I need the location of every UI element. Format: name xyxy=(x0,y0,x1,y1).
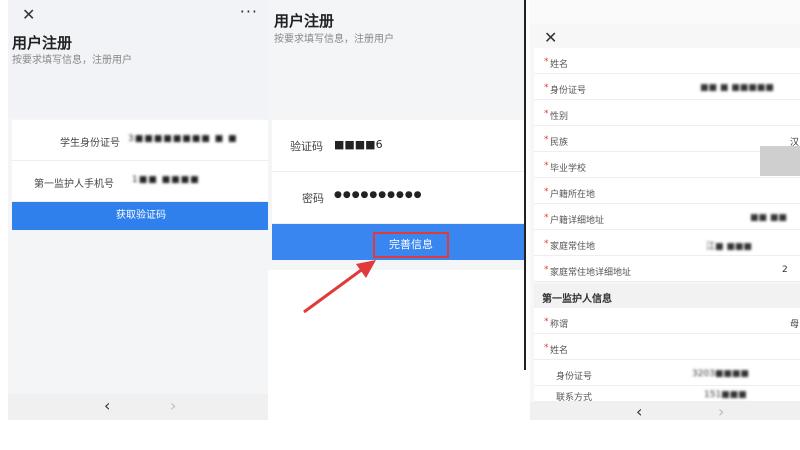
page-title: 用户注册 xyxy=(12,34,73,52)
form-row-label: 姓名 xyxy=(550,60,569,70)
status-bar xyxy=(530,0,800,24)
code-value[interactable]: ■■■■6 xyxy=(334,138,383,151)
browser-nav: ‹ › xyxy=(530,402,800,421)
form-row-relation[interactable]: * 称谓 母 xyxy=(534,308,800,334)
form-row-label: 毕业学校 xyxy=(550,164,587,174)
form-row-idcard[interactable]: * 身份证号 ■■ ■ ■■■■■ xyxy=(534,74,800,100)
form-row-label: 家庭常住地 xyxy=(550,242,596,252)
page-title: 用户注册 xyxy=(274,12,335,30)
form-row-guardian-idcard[interactable]: 身份证号 3203■■■■ xyxy=(534,360,800,386)
info-form-screen: ✕ * 姓名 * 身份证号 ■■ ■ ■■■■■ * 性别 * 民族 汉 * 毕… xyxy=(530,0,800,421)
password-label: 密码 xyxy=(302,192,324,205)
student-id-label: 学生身份证号 xyxy=(60,138,120,149)
page-subtitle: 按要求填写信息，注册用户 xyxy=(12,55,132,66)
student-id-value[interactable]: 3■■■■■■■■ ■ ■ xyxy=(128,134,237,144)
registration-screen-step1: ✕ ··· 用户注册 按要求填写信息，注册用户 学生身份证号 3■■■■■■■■… xyxy=(8,0,270,420)
form-row-label: 户籍所在地 xyxy=(550,190,596,200)
forward-icon[interactable]: › xyxy=(170,396,176,415)
form-row-gender[interactable]: * 性别 xyxy=(534,100,800,126)
form-row-label: 家庭常住地详细地址 xyxy=(550,268,632,278)
form-card: 验证码 ■■■■6 密码 ●●●●●●●●●● xyxy=(272,120,524,224)
form-row-name[interactable]: * 姓名 xyxy=(534,48,800,74)
get-code-button[interactable]: 获取验证码 xyxy=(12,202,270,230)
form-row-value: 江■ ■■■ xyxy=(706,242,752,252)
form-row-hukou-address[interactable]: * 户籍详细地址 ■■ ■■ xyxy=(534,204,800,230)
registration-screen-step2: 用户注册 按要求填写信息，注册用户 验证码 ■■■■6 密码 ●●●●●●●●●… xyxy=(268,0,524,270)
form-row-value: 母 xyxy=(790,320,800,330)
close-icon[interactable]: ✕ xyxy=(544,28,557,47)
form-row-value: ■■ ■■ xyxy=(750,213,787,223)
divider xyxy=(524,0,526,370)
form-row-label: 户籍详细地址 xyxy=(550,216,605,226)
close-icon[interactable]: ✕ xyxy=(22,5,35,24)
form-row-residence[interactable]: * 家庭常住地 江■ ■■■ xyxy=(534,230,800,256)
form-row-label: 性别 xyxy=(550,112,569,122)
guardian-phone-value[interactable]: 1■■ ■■■■ xyxy=(132,175,200,185)
guardian-phone-label: 第一监护人手机号 xyxy=(34,179,114,190)
form-row-residence-address[interactable]: * 家庭常住地详细地址 2 xyxy=(534,256,800,282)
code-row[interactable]: 验证码 ■■■■6 xyxy=(272,120,524,172)
arrow-head xyxy=(356,260,376,278)
form-row-label: 身份证号 xyxy=(556,372,593,382)
form-row-label: 民族 xyxy=(550,138,569,148)
section-title-guardian: 第一监护人信息 xyxy=(534,284,800,308)
form-row-label: 姓名 xyxy=(550,346,569,356)
arrow-annotation-icon xyxy=(303,260,376,314)
form-row-value: 3203■■■■ xyxy=(692,369,749,379)
password-row[interactable]: 密码 ●●●●●●●●●● xyxy=(272,172,524,224)
arrow-shaft xyxy=(303,266,365,314)
form-row-guardian-name[interactable]: * 姓名 xyxy=(534,334,800,360)
back-icon[interactable]: ‹ xyxy=(104,396,110,415)
student-id-row[interactable]: 学生身份证号 3■■■■■■■■ ■ ■ xyxy=(12,120,270,161)
code-label: 验证码 xyxy=(290,140,323,153)
form-row-label: 称谓 xyxy=(550,320,569,330)
password-value[interactable]: ●●●●●●●●●● xyxy=(334,190,423,200)
back-icon[interactable]: ‹ xyxy=(636,402,642,421)
form-card: 学生身份证号 3■■■■■■■■ ■ ■ 第一监护人手机号 1■■ ■■■■ xyxy=(12,120,270,202)
browser-nav: ‹ › xyxy=(8,394,268,420)
forward-icon[interactable]: › xyxy=(718,402,724,421)
form-row-value: 151■■■ xyxy=(704,390,747,400)
page-subtitle: 按要求填写信息，注册用户 xyxy=(274,34,394,45)
form-row-value: 2 xyxy=(782,265,788,275)
complete-info-button[interactable]: 完善信息 xyxy=(272,224,524,260)
form-row-hukou[interactable]: * 户籍所在地 xyxy=(534,178,800,204)
blurred-value xyxy=(760,146,800,176)
form-row-label: 身份证号 xyxy=(550,86,587,96)
form-row-school[interactable]: * 毕业学校 xyxy=(534,146,800,178)
form-row-value: ■■ ■ ■■■■■ xyxy=(700,83,774,93)
more-icon[interactable]: ··· xyxy=(240,2,258,21)
guardian-phone-row[interactable]: 第一监护人手机号 1■■ ■■■■ xyxy=(12,161,270,202)
form-row-guardian-contact[interactable]: 联系方式 151■■■ xyxy=(534,386,800,403)
complete-info-label[interactable]: 完善信息 xyxy=(373,232,449,258)
